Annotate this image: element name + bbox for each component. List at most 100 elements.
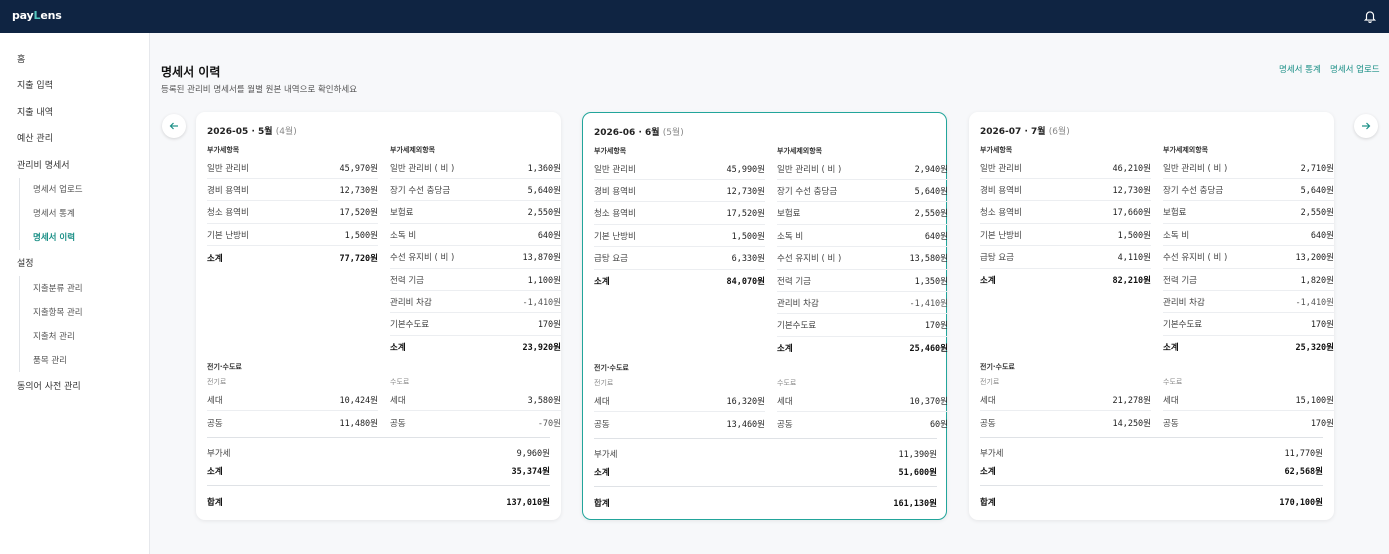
line-item: 전력 기금 1,350원: [777, 270, 948, 292]
line-item-label: 관리비 차감: [390, 297, 432, 308]
row-label: 소계: [207, 467, 223, 477]
bell-icon[interactable]: [1363, 9, 1377, 23]
card-title: 2026-06 · 6월 (5월): [594, 125, 684, 138]
line-item: 세대 16,320원: [594, 390, 765, 412]
line-item: 세대 10,370원: [777, 390, 948, 412]
prev-button[interactable]: [162, 114, 186, 138]
card-title: 2026-05 · 5월 (4월): [207, 124, 297, 137]
line-item-label: 청소 용역비: [594, 209, 636, 220]
grand-total-row: 합계 161,130원: [594, 497, 937, 509]
line-item: 보험료 2,550원: [777, 203, 948, 225]
sidebar-sub-bill-stats[interactable]: 명세서 통계: [33, 207, 75, 219]
sidebar-sub-item[interactable]: 지출항목 관리: [33, 306, 83, 318]
line-item: 공동 60원: [777, 413, 948, 435]
row-amount: 9,960원: [516, 449, 550, 459]
line-item-label: 소독 비: [777, 231, 804, 242]
vat-amount-row: 부가세 11,770원: [980, 447, 1323, 459]
sidebar-sub-goods[interactable]: 품목 관리: [33, 354, 67, 366]
row-amount: 35,374원: [511, 467, 550, 477]
bill-card[interactable]: 2026-05 · 5월 (4월) 부가세항목 부가세제외항목 일반 관리비 45,97…: [196, 112, 561, 520]
grand-total-row: 합계 170,100원: [980, 496, 1323, 508]
sidebar-item-expense-input[interactable]: 지출 입력: [17, 78, 53, 91]
line-item-label: 세대: [980, 395, 996, 406]
line-item-label: 전력 기금: [390, 275, 424, 286]
bill-stats-link[interactable]: 명세서 통계: [1279, 63, 1321, 75]
line-item-amount: 21,278원: [1112, 395, 1151, 406]
line-item: 소계 77,720원: [207, 247, 378, 269]
bill-card[interactable]: 2026-07 · 7월 (6월) 부가세항목 부가세제외항목 일반 관리비 46,21…: [969, 112, 1334, 520]
line-item-amount: -1,410원: [522, 297, 561, 308]
sidebar-item-expense-history[interactable]: 지출 내역: [17, 105, 53, 118]
line-item-amount: -1,410원: [1295, 297, 1334, 308]
sidebar-item-settings[interactable]: 설정: [17, 256, 34, 269]
line-item: 수선 유지비 ( 비 ) 13,870원: [390, 247, 561, 269]
line-item-label: 소독 비: [390, 230, 417, 241]
line-item: 소독 비 640원: [390, 224, 561, 247]
line-item-amount: 10,424원: [339, 395, 378, 406]
line-item: 소독 비 640원: [777, 225, 948, 248]
line-item-amount: 10,370원: [909, 396, 948, 407]
line-item-label: 세대: [1163, 395, 1179, 406]
line-item-amount: 12,730원: [726, 186, 765, 197]
line-item-label: 청소 용역비: [207, 208, 249, 219]
line-item-amount: 2,710원: [1300, 163, 1334, 174]
line-item-amount: 5,640원: [914, 186, 948, 197]
line-item: 일반 관리비 ( 비 ) 2,710원: [1163, 157, 1334, 179]
sidebar-sub-category[interactable]: 지출분류 관리: [33, 282, 83, 294]
line-item: 일반 관리비 ( 비 ) 1,360원: [390, 157, 561, 179]
line-item-label: 보험료: [777, 209, 801, 220]
line-item: 일반 관리비 46,210원: [980, 157, 1151, 179]
line-item-label: 경비 용역비: [207, 185, 249, 196]
line-item-amount: 1,100원: [527, 275, 561, 286]
line-item: 일반 관리비 45,990원: [594, 158, 765, 180]
divider: [980, 485, 1323, 486]
line-item: 경비 용역비 12,730원: [980, 179, 1151, 202]
line-item: 소계 82,210원: [980, 269, 1151, 291]
sidebar-item-synonyms[interactable]: 동의어 사전 관리: [17, 379, 81, 392]
row-label: 소계: [980, 467, 996, 477]
sidebar-item-bills[interactable]: 관리비 명세서: [17, 158, 70, 171]
line-item-label: 공동: [390, 419, 406, 429]
line-item-amount: 45,970원: [339, 163, 378, 174]
line-item-label: 세대: [390, 395, 406, 406]
line-item: 기본 난방비 1,500원: [594, 225, 765, 248]
line-item-amount: 82,210원: [1112, 276, 1151, 286]
line-item-amount: 1,500원: [344, 230, 378, 241]
arrow-left-icon: [169, 122, 178, 130]
row-label: 합계: [594, 499, 610, 509]
bill-card[interactable]: 2026-06 · 6월 (5월) 부가세항목 부가세제외항목 일반 관리비 45,99…: [582, 112, 948, 520]
line-item-amount: 1,360원: [527, 163, 561, 174]
line-item-amount: 5,640원: [527, 185, 561, 196]
page-subtitle: 등록된 관리비 명세서를 월별 원본 내역으로 확인하세요: [161, 85, 358, 95]
page-title: 명세서 이력: [161, 65, 221, 79]
sidebar-item-budget[interactable]: 예산 관리: [17, 131, 53, 144]
logo[interactable]: payLens: [12, 9, 62, 22]
line-item-label: 기본수도료: [390, 320, 430, 331]
line-item-label: 일반 관리비 ( 비 ): [777, 164, 842, 175]
next-button[interactable]: [1354, 114, 1378, 138]
vat-section-head: 부가세항목: [207, 146, 240, 154]
sidebar-sub-vendor[interactable]: 지출처 관리: [33, 330, 75, 342]
line-item-amount: 1,820원: [1300, 275, 1334, 286]
bills-sub-guide: [19, 178, 20, 250]
sidebar-item-home[interactable]: 홈: [17, 52, 25, 65]
row-amount: 11,770원: [1284, 449, 1323, 459]
line-item: 소계 25,460원: [777, 337, 948, 359]
line-item-amount: 12,730원: [1112, 185, 1151, 196]
line-item-label: 소계: [777, 344, 793, 355]
line-item-label: 기본 난방비: [980, 230, 1022, 241]
line-item: 공동 11,480원: [207, 412, 378, 434]
line-item-label: 공동: [980, 419, 996, 429]
sidebar-sub-bill-upload[interactable]: 명세서 업로드: [33, 183, 83, 195]
line-item: 소계 84,070원: [594, 270, 765, 292]
bill-upload-link[interactable]: 명세서 업로드: [1330, 63, 1380, 75]
row-amount: 137,010원: [506, 498, 550, 508]
line-item-amount: 25,460원: [909, 344, 948, 355]
line-item: 관리비 차감 -1,410원: [777, 292, 948, 315]
line-item: 소독 비 640원: [1163, 224, 1334, 247]
line-item: 장기 수선 충당금 5,640원: [777, 180, 948, 203]
row-amount: 161,130원: [893, 499, 937, 509]
sidebar-sub-bill-history[interactable]: 명세서 이력: [33, 231, 75, 243]
subtotal-row: 소계 35,374원: [207, 465, 550, 477]
line-item-amount: 11,480원: [339, 419, 378, 429]
